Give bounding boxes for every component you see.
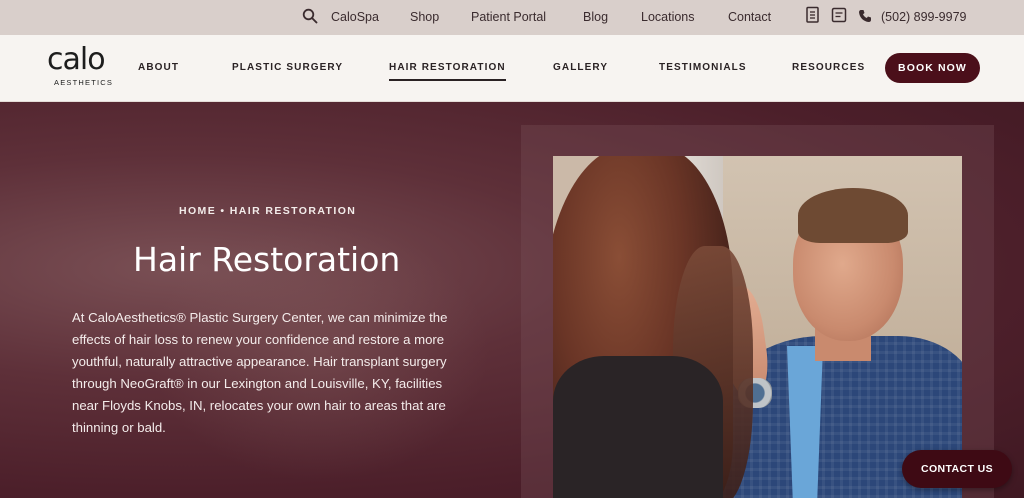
topbar-link-patient-portal[interactable]: Patient Portal [471, 0, 546, 35]
logo-wordmark: calo [47, 42, 106, 77]
breadcrumb[interactable]: HOME • HAIR RESTORATION [179, 205, 356, 217]
nav-item-testimonials[interactable]: TESTIMONIALS [659, 35, 747, 102]
topbar-link-shop[interactable]: Shop [410, 0, 439, 35]
topbar-link-calospa[interactable]: CaloSpa [331, 0, 379, 35]
topbar-phone-link[interactable]: (502) 899-9979 [881, 0, 966, 35]
phone-icon[interactable] [858, 9, 876, 27]
form-icon[interactable] [831, 7, 849, 25]
topbar-link-blog[interactable]: Blog [583, 0, 608, 35]
intro-paragraph: At CaloAesthetics® Plastic Surgery Cente… [72, 310, 448, 435]
nav-item-resources[interactable]: RESOURCES [792, 35, 865, 102]
utility-bar: CaloSpa Shop Patient Portal Blog Locatio… [0, 0, 1024, 35]
nav-item-about[interactable]: ABOUT [138, 35, 179, 102]
topbar-link-contact[interactable]: Contact [728, 0, 771, 35]
nav-item-hair-restoration[interactable]: HAIR RESTORATION [389, 35, 506, 102]
page-title: Hair Restoration [133, 240, 401, 279]
hero-photo [553, 156, 962, 498]
document-icon[interactable] [805, 6, 823, 24]
nav-item-plastic-surgery[interactable]: PLASTIC SURGERY [232, 35, 343, 102]
search-icon[interactable] [302, 8, 320, 26]
contact-us-button[interactable]: CONTACT US [902, 450, 1012, 488]
book-now-button[interactable]: BOOK NOW [885, 53, 980, 83]
nav-item-gallery[interactable]: GALLERY [553, 35, 608, 102]
topbar-link-locations[interactable]: Locations [641, 0, 695, 35]
main-nav: calo AESTHETICS ABOUT PLASTIC SURGERY HA… [0, 35, 1024, 102]
hero-section: HOME • HAIR RESTORATION Hair Restoration… [0, 102, 1024, 498]
logo-subtitle: AESTHETICS [54, 78, 114, 87]
brand-logo[interactable]: calo AESTHETICS [47, 42, 117, 90]
